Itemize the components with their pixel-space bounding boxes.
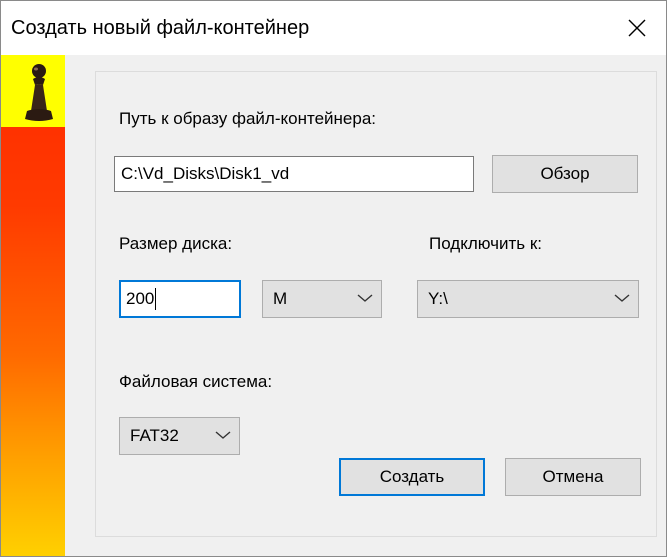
filesystem-label: Файловая система: <box>119 372 273 391</box>
size-unit-value: M <box>273 289 288 308</box>
create-button[interactable]: Создать <box>339 458 485 496</box>
chevron-down-icon <box>357 294 373 302</box>
create-button-label: Создать <box>379 467 445 486</box>
disk-size-input-value: 200 <box>126 289 155 308</box>
disk-size-input[interactable]: 200 <box>119 280 241 318</box>
close-button[interactable] <box>608 1 666 55</box>
path-label: Путь к образу файл-контейнера: <box>119 109 376 128</box>
window-title: Создать новый файл-контейнер <box>11 17 310 39</box>
chevron-down-icon <box>215 431 231 439</box>
path-input-value: C:\Vd_Disks\Disk1_vd <box>121 164 290 183</box>
title-bar[interactable]: Создать новый файл-контейнер <box>1 1 666 55</box>
text-caret <box>155 288 157 310</box>
size-unit-select[interactable]: M <box>262 280 382 318</box>
close-icon <box>628 19 646 37</box>
cancel-button-label: Отмена <box>542 467 604 486</box>
side-banner <box>1 55 65 556</box>
disk-size-label: Размер диска: <box>119 234 233 253</box>
mount-drive-value: Y:\ <box>428 289 448 308</box>
chevron-down-icon <box>614 294 630 302</box>
dialog-window: Создать новый файл-контейнер Путь к обра… <box>0 0 667 557</box>
cancel-button[interactable]: Отмена <box>505 458 641 496</box>
filesystem-value: FAT32 <box>130 426 179 445</box>
dialog-client-area: Путь к образу файл-контейнера: C:\Vd_Dis… <box>1 55 666 556</box>
filesystem-select[interactable]: FAT32 <box>119 417 240 455</box>
mount-drive-select[interactable]: Y:\ <box>417 280 639 318</box>
pawn-icon <box>25 64 53 121</box>
browse-button[interactable]: Обзор <box>492 155 638 193</box>
mount-label: Подключить к: <box>429 234 543 253</box>
path-input[interactable]: C:\Vd_Disks\Disk1_vd <box>114 156 474 192</box>
browse-button-label: Обзор <box>540 164 590 183</box>
